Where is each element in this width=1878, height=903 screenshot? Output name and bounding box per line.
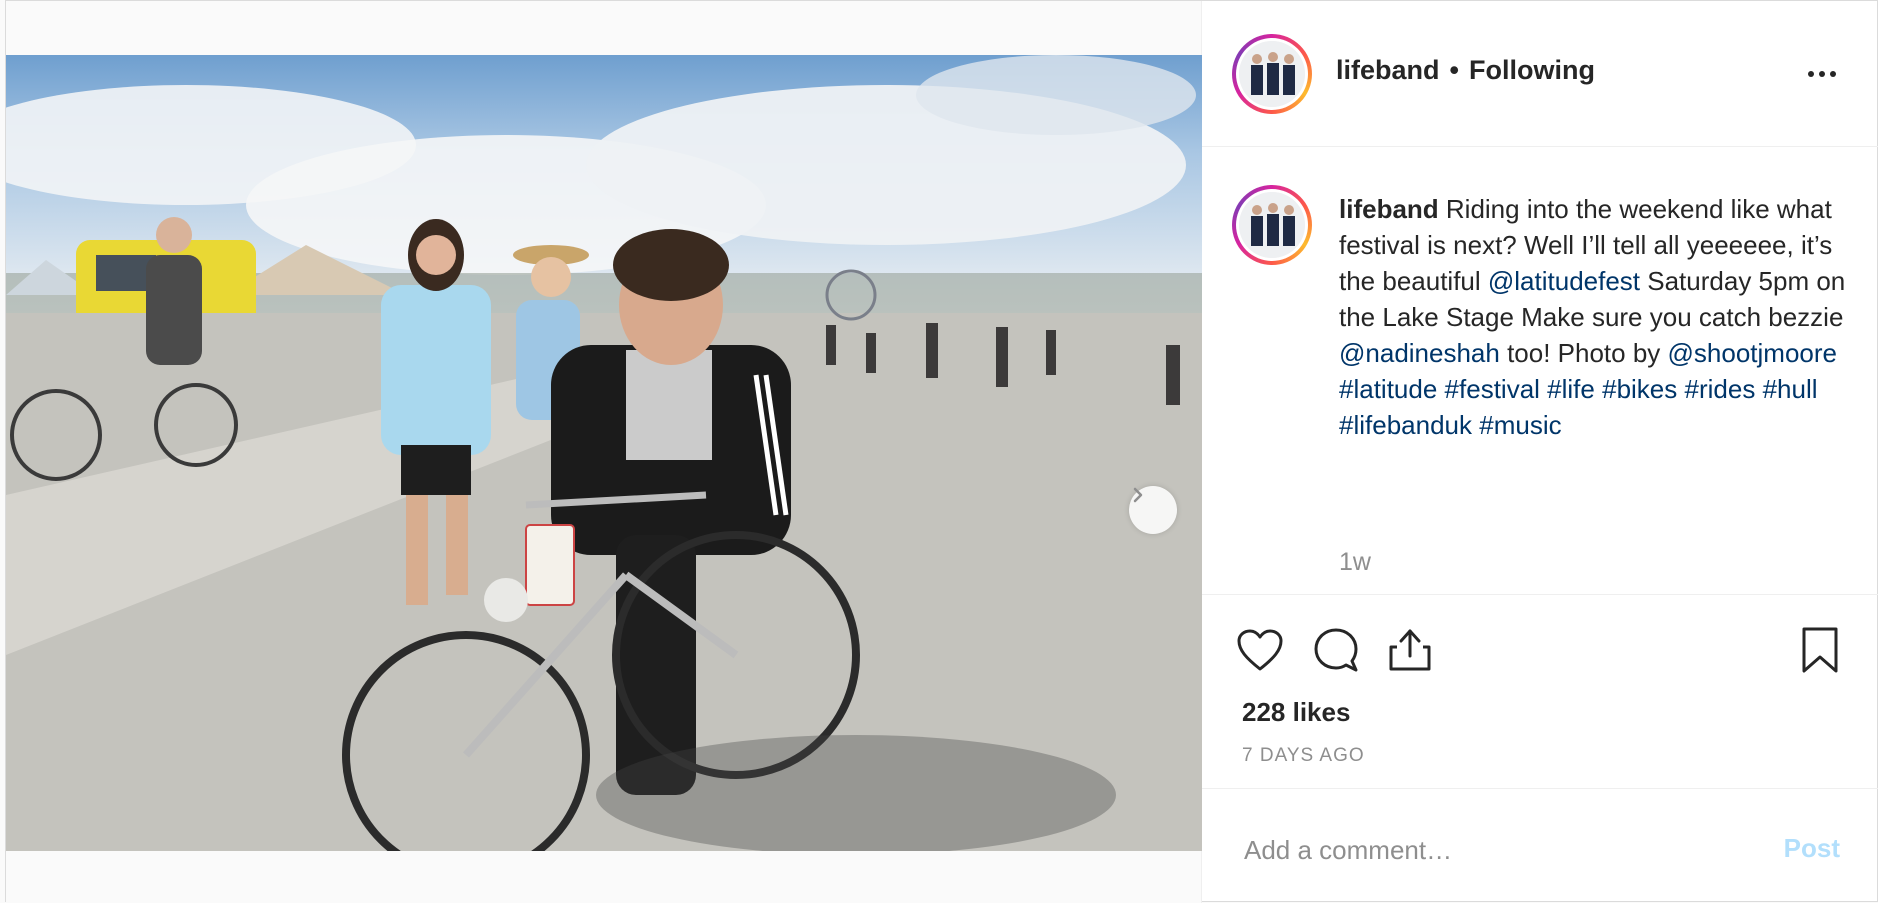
comment-button[interactable] — [1310, 624, 1362, 676]
mention-link[interactable]: @nadineshah — [1339, 338, 1500, 368]
post-photo[interactable] — [6, 55, 1202, 851]
post-side-panel: lifeband • Following lifeband Riding int… — [1202, 1, 1878, 903]
post-container: lifeband • Following lifeband Riding int… — [5, 0, 1878, 903]
caption-body: Riding into the weekend like what festiv… — [1339, 194, 1845, 440]
bookmark-icon — [1802, 627, 1838, 673]
like-button[interactable] — [1234, 624, 1286, 676]
hashtag-link[interactable]: #hull — [1763, 374, 1818, 404]
post-media — [6, 1, 1202, 903]
header-user-info: lifeband • Following — [1336, 55, 1595, 86]
username-link[interactable]: lifeband — [1336, 55, 1440, 86]
hashtag-link[interactable]: #rides — [1685, 374, 1756, 404]
hashtag-link[interactable]: #lifebanduk — [1339, 410, 1472, 440]
comment-input[interactable] — [1242, 831, 1766, 869]
caption-username-link[interactable]: lifeband — [1339, 194, 1439, 224]
share-icon — [1389, 629, 1431, 671]
more-horizontal-icon — [1808, 71, 1814, 77]
more-options-button[interactable] — [1802, 59, 1842, 89]
festival-bike-photo — [6, 55, 1202, 851]
save-button[interactable] — [1794, 624, 1846, 676]
hashtag-link[interactable]: #festival — [1445, 374, 1540, 404]
separator-dot: • — [1449, 55, 1459, 85]
hashtag-link[interactable]: #bikes — [1602, 374, 1677, 404]
caption-section: lifeband Riding into the weekend like wh… — [1202, 147, 1878, 595]
hashtag-link[interactable]: #music — [1479, 410, 1561, 440]
caption-avatar[interactable] — [1232, 185, 1312, 265]
action-bar: 228 likes 7 DAYS AGO — [1202, 595, 1878, 789]
hashtag-link[interactable]: #life — [1547, 374, 1595, 404]
comment-icon — [1314, 628, 1358, 672]
heart-icon — [1237, 629, 1283, 671]
post-header: lifeband • Following — [1202, 1, 1878, 147]
following-button[interactable]: Following — [1469, 55, 1595, 86]
chevron-right-icon — [1133, 487, 1143, 503]
share-button[interactable] — [1384, 624, 1436, 676]
caption-text-segment: too! Photo by — [1499, 338, 1668, 368]
mention-link[interactable]: @shootjmoore — [1668, 338, 1837, 368]
likes-count[interactable]: 228 likes — [1242, 697, 1350, 728]
caption-text-segment — [1437, 374, 1444, 404]
band-avatar-image — [1239, 192, 1305, 258]
comment-form: Post — [1202, 789, 1878, 903]
caption-text-segment — [1755, 374, 1762, 404]
avatar[interactable] — [1232, 34, 1312, 114]
caption-timestamp: 1w — [1339, 548, 1371, 576]
band-avatar-image — [1239, 41, 1305, 107]
caption-text-segment — [1677, 374, 1684, 404]
post-comment-button[interactable]: Post — [1784, 833, 1840, 864]
caption-text: lifeband Riding into the weekend like wh… — [1339, 191, 1859, 443]
post-date[interactable]: 7 DAYS AGO — [1242, 745, 1365, 767]
mention-link[interactable]: @latitudefest — [1488, 266, 1640, 296]
next-image-button[interactable] — [1129, 486, 1177, 534]
hashtag-link[interactable]: #latitude — [1339, 374, 1437, 404]
